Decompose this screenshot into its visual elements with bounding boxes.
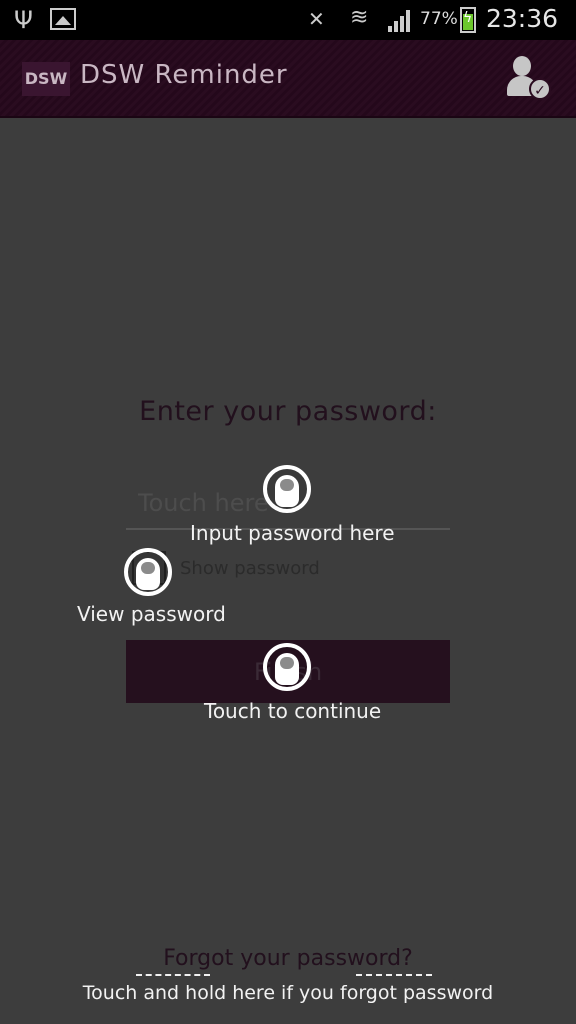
- input-password-hint: Input password here: [190, 521, 395, 545]
- forgot-password-hint: Touch and hold here if you forgot passwo…: [82, 982, 494, 1004]
- app-title: DSW Reminder: [80, 60, 288, 90]
- dashed-line: [136, 974, 210, 976]
- battery-charging-icon: ϟ: [460, 7, 476, 33]
- tap-hint-icon: [124, 548, 172, 596]
- signal-icon: [388, 10, 414, 32]
- battery-percent: 77%: [420, 9, 458, 29]
- status-bar: Ψ ✕ ≋ 77% ϟ 23:36: [0, 0, 576, 40]
- show-password-label: Show password: [180, 558, 320, 579]
- app-logo: DSW: [22, 62, 70, 96]
- gallery-icon: [50, 8, 76, 30]
- mute-icon: ✕: [308, 7, 325, 31]
- dashed-line: [356, 974, 432, 976]
- tap-hint-icon: [263, 465, 311, 513]
- wifi-icon: ≋: [350, 5, 369, 30]
- view-password-hint: View password: [77, 602, 226, 626]
- clock: 23:36: [486, 4, 559, 33]
- usb-icon: Ψ: [14, 6, 33, 34]
- user-check-icon[interactable]: ✓: [505, 54, 553, 102]
- continue-hint: Touch to continue: [204, 699, 382, 723]
- password-prompt: Enter your password:: [139, 396, 437, 427]
- tap-hint-icon: [263, 643, 311, 691]
- forgot-password-link[interactable]: Forgot your password?: [0, 946, 576, 971]
- app-bar: DSW DSW Reminder ✓: [0, 40, 576, 118]
